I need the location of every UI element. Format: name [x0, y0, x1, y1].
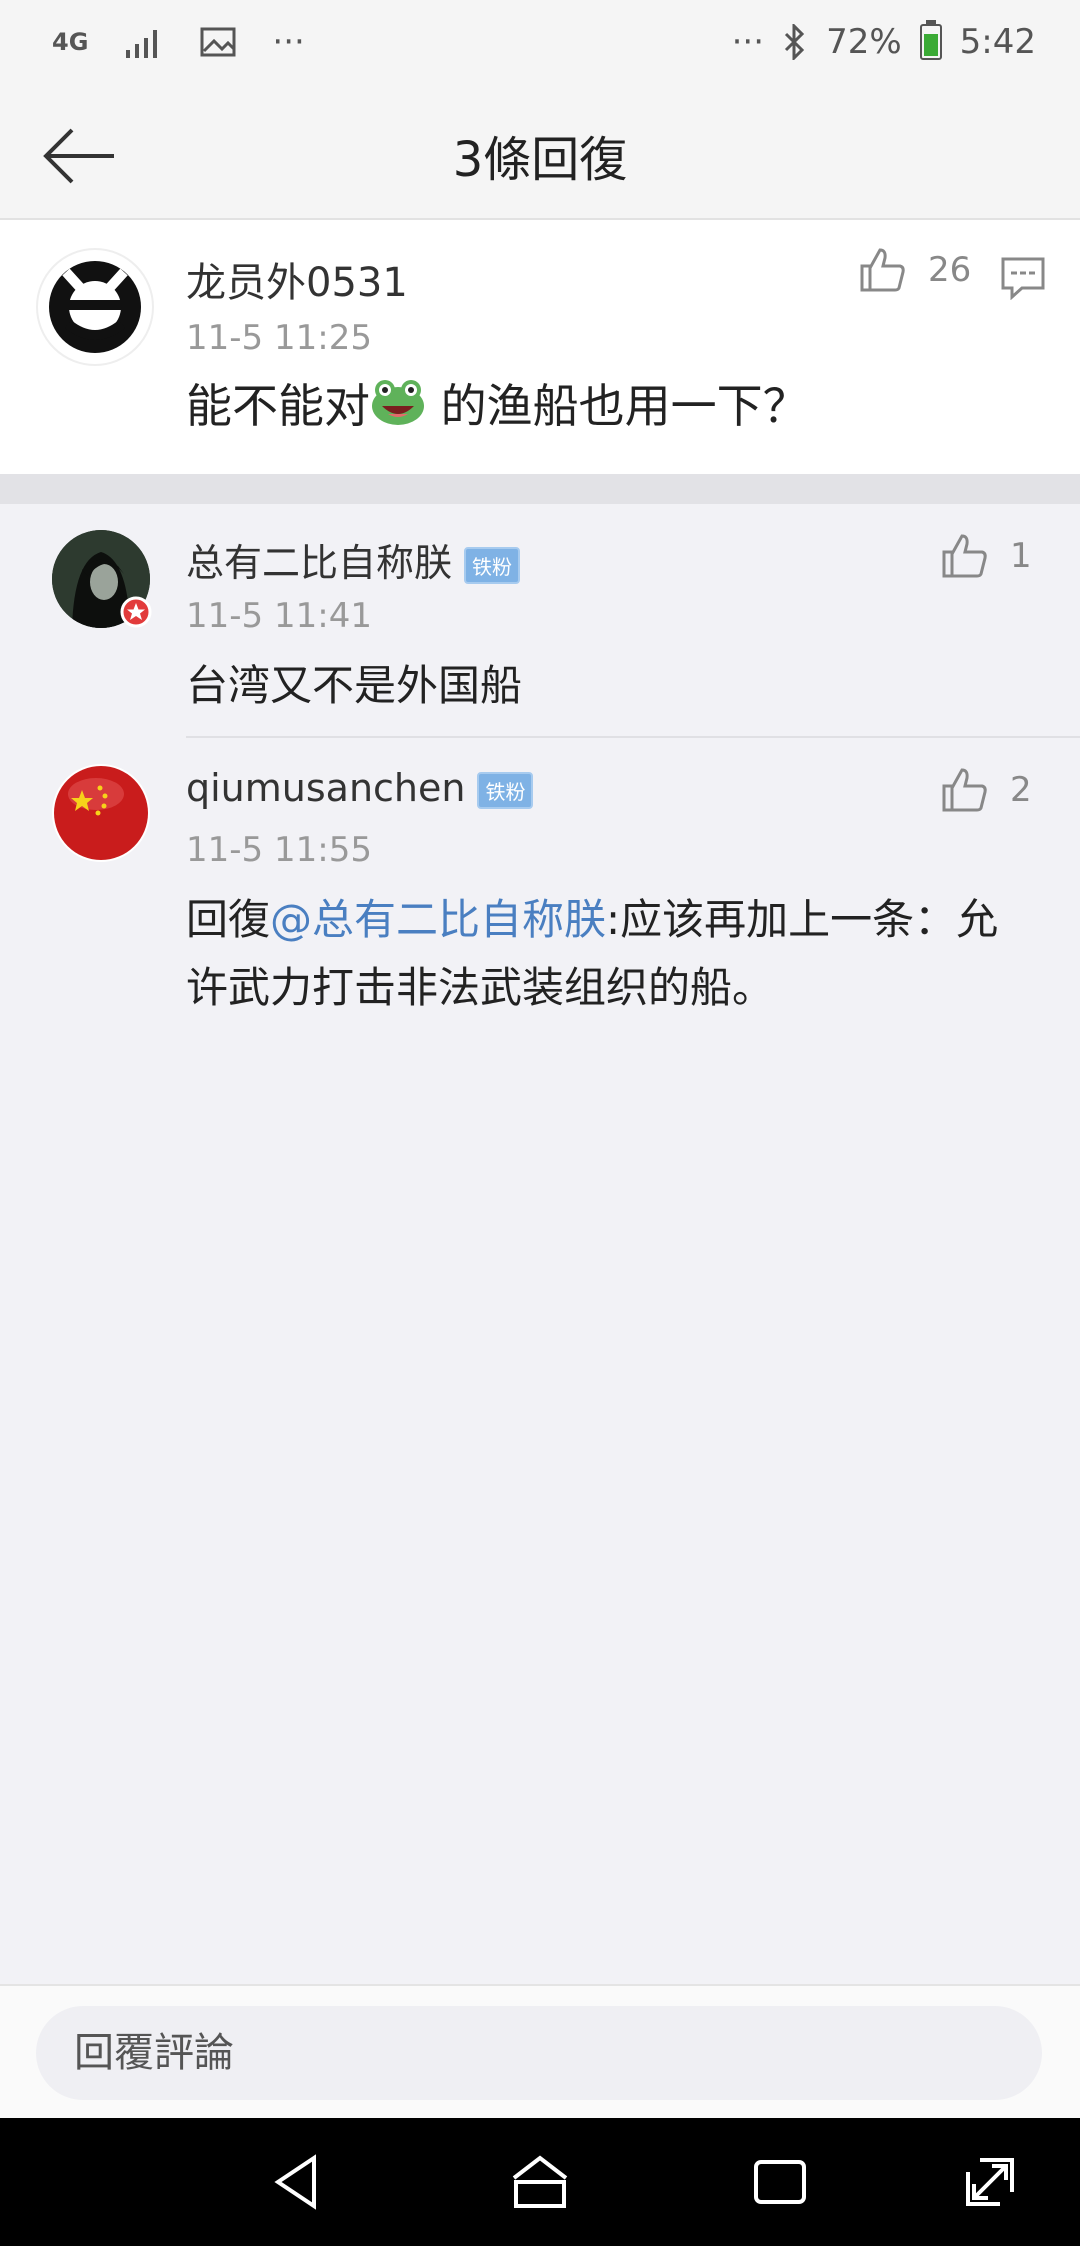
nav-back-button[interactable]: [270, 2152, 330, 2212]
nav-screenshot-button[interactable]: [960, 2152, 1020, 2212]
reply-bar: 回覆評論: [0, 1984, 1080, 2120]
reply-input[interactable]: 回覆評論: [36, 2006, 1042, 2100]
avatar-flag-ball-icon: [54, 766, 148, 860]
like-button[interactable]: 26: [858, 246, 971, 294]
avatar[interactable]: [36, 248, 154, 366]
comment-icon: [1001, 257, 1045, 301]
bluetooth-icon: [785, 24, 805, 60]
expand-icon: [966, 2158, 1014, 2206]
network-indicator: 4G: [52, 28, 89, 56]
page-title: 3條回復: [452, 132, 628, 188]
like-button[interactable]: 2: [940, 766, 1032, 814]
frog-emoji-icon: [370, 376, 426, 444]
more-notifications: ···: [272, 22, 305, 62]
back-triangle-icon: [274, 2154, 316, 2210]
like-button[interactable]: 1: [940, 532, 1032, 580]
reply-author[interactable]: 总有二比自称朕 铁粉: [186, 532, 521, 587]
recents-icon: [754, 2160, 806, 2204]
signal-icon: [126, 30, 158, 58]
nav-home-button[interactable]: [510, 2152, 570, 2212]
like-count: 1: [1010, 536, 1032, 576]
reply-content-line: 许武力打击非法武装组织的船。: [186, 963, 775, 1012]
battery-percent: 72%: [826, 22, 902, 62]
comment-content: 能不能对 的渔船也用一下？: [186, 372, 809, 444]
reply-item: qiumusanchen 铁粉 11-5 11:55 回復@总有二比自称朕:应该再…: [0, 738, 1080, 1038]
nav-recents-button[interactable]: [750, 2152, 810, 2212]
main-comment: 龙员外0531 11-5 11:25 能不能对 的渔船也用一下？ 26: [0, 220, 1080, 474]
like-count: 2: [1010, 770, 1032, 810]
fan-badge: 铁粉: [477, 772, 534, 809]
thumbs-up-icon: [942, 534, 987, 578]
reply-item: 总有二比自称朕 铁粉 11-5 11:41 台湾又不是外国船 1: [0, 504, 1080, 738]
reply-button[interactable]: [1000, 256, 1046, 301]
thumbs-up-icon: [942, 768, 987, 812]
verified-badge-icon: [120, 596, 152, 628]
reply-list: 总有二比自称朕 铁粉 11-5 11:41 台湾又不是外国船 1 qiumusa…: [0, 504, 1080, 1984]
reply-time: 11-5 11:41: [186, 596, 372, 636]
thumbs-up-icon: [860, 248, 905, 292]
home-icon: [512, 2155, 568, 2208]
more-status: ···: [731, 22, 765, 62]
system-nav-bar: [0, 2118, 1080, 2246]
header: 3條回復: [0, 90, 1080, 220]
avatar[interactable]: [52, 764, 150, 862]
battery-icon: [919, 20, 942, 60]
section-divider: [0, 474, 1080, 504]
image-notification-icon: [200, 27, 236, 57]
fan-badge: 铁粉: [464, 547, 521, 584]
like-count: 26: [928, 250, 972, 290]
clock: 5:42: [959, 22, 1036, 62]
reply-content-line: 回復@总有二比自称朕:应该再加上一条：允: [186, 895, 999, 944]
avatar-logo-icon: [49, 261, 141, 353]
comment-author[interactable]: 龙员外0531: [186, 250, 408, 308]
reply-time: 11-5 11:55: [186, 830, 372, 870]
reply-author[interactable]: qiumusanchen 铁粉: [186, 766, 534, 810]
comment-time: 11-5 11:25: [186, 318, 372, 358]
reply-content: 回復@总有二比自称朕:应该再加上一条：允 许武力打击非法武装组织的船。: [186, 886, 1006, 1022]
mention-link[interactable]: @总有二比自称朕: [270, 895, 606, 944]
reply-content: 台湾又不是外国船: [186, 661, 523, 710]
status-bar: 4G ··· ··· 72% 5:42: [0, 0, 1080, 90]
